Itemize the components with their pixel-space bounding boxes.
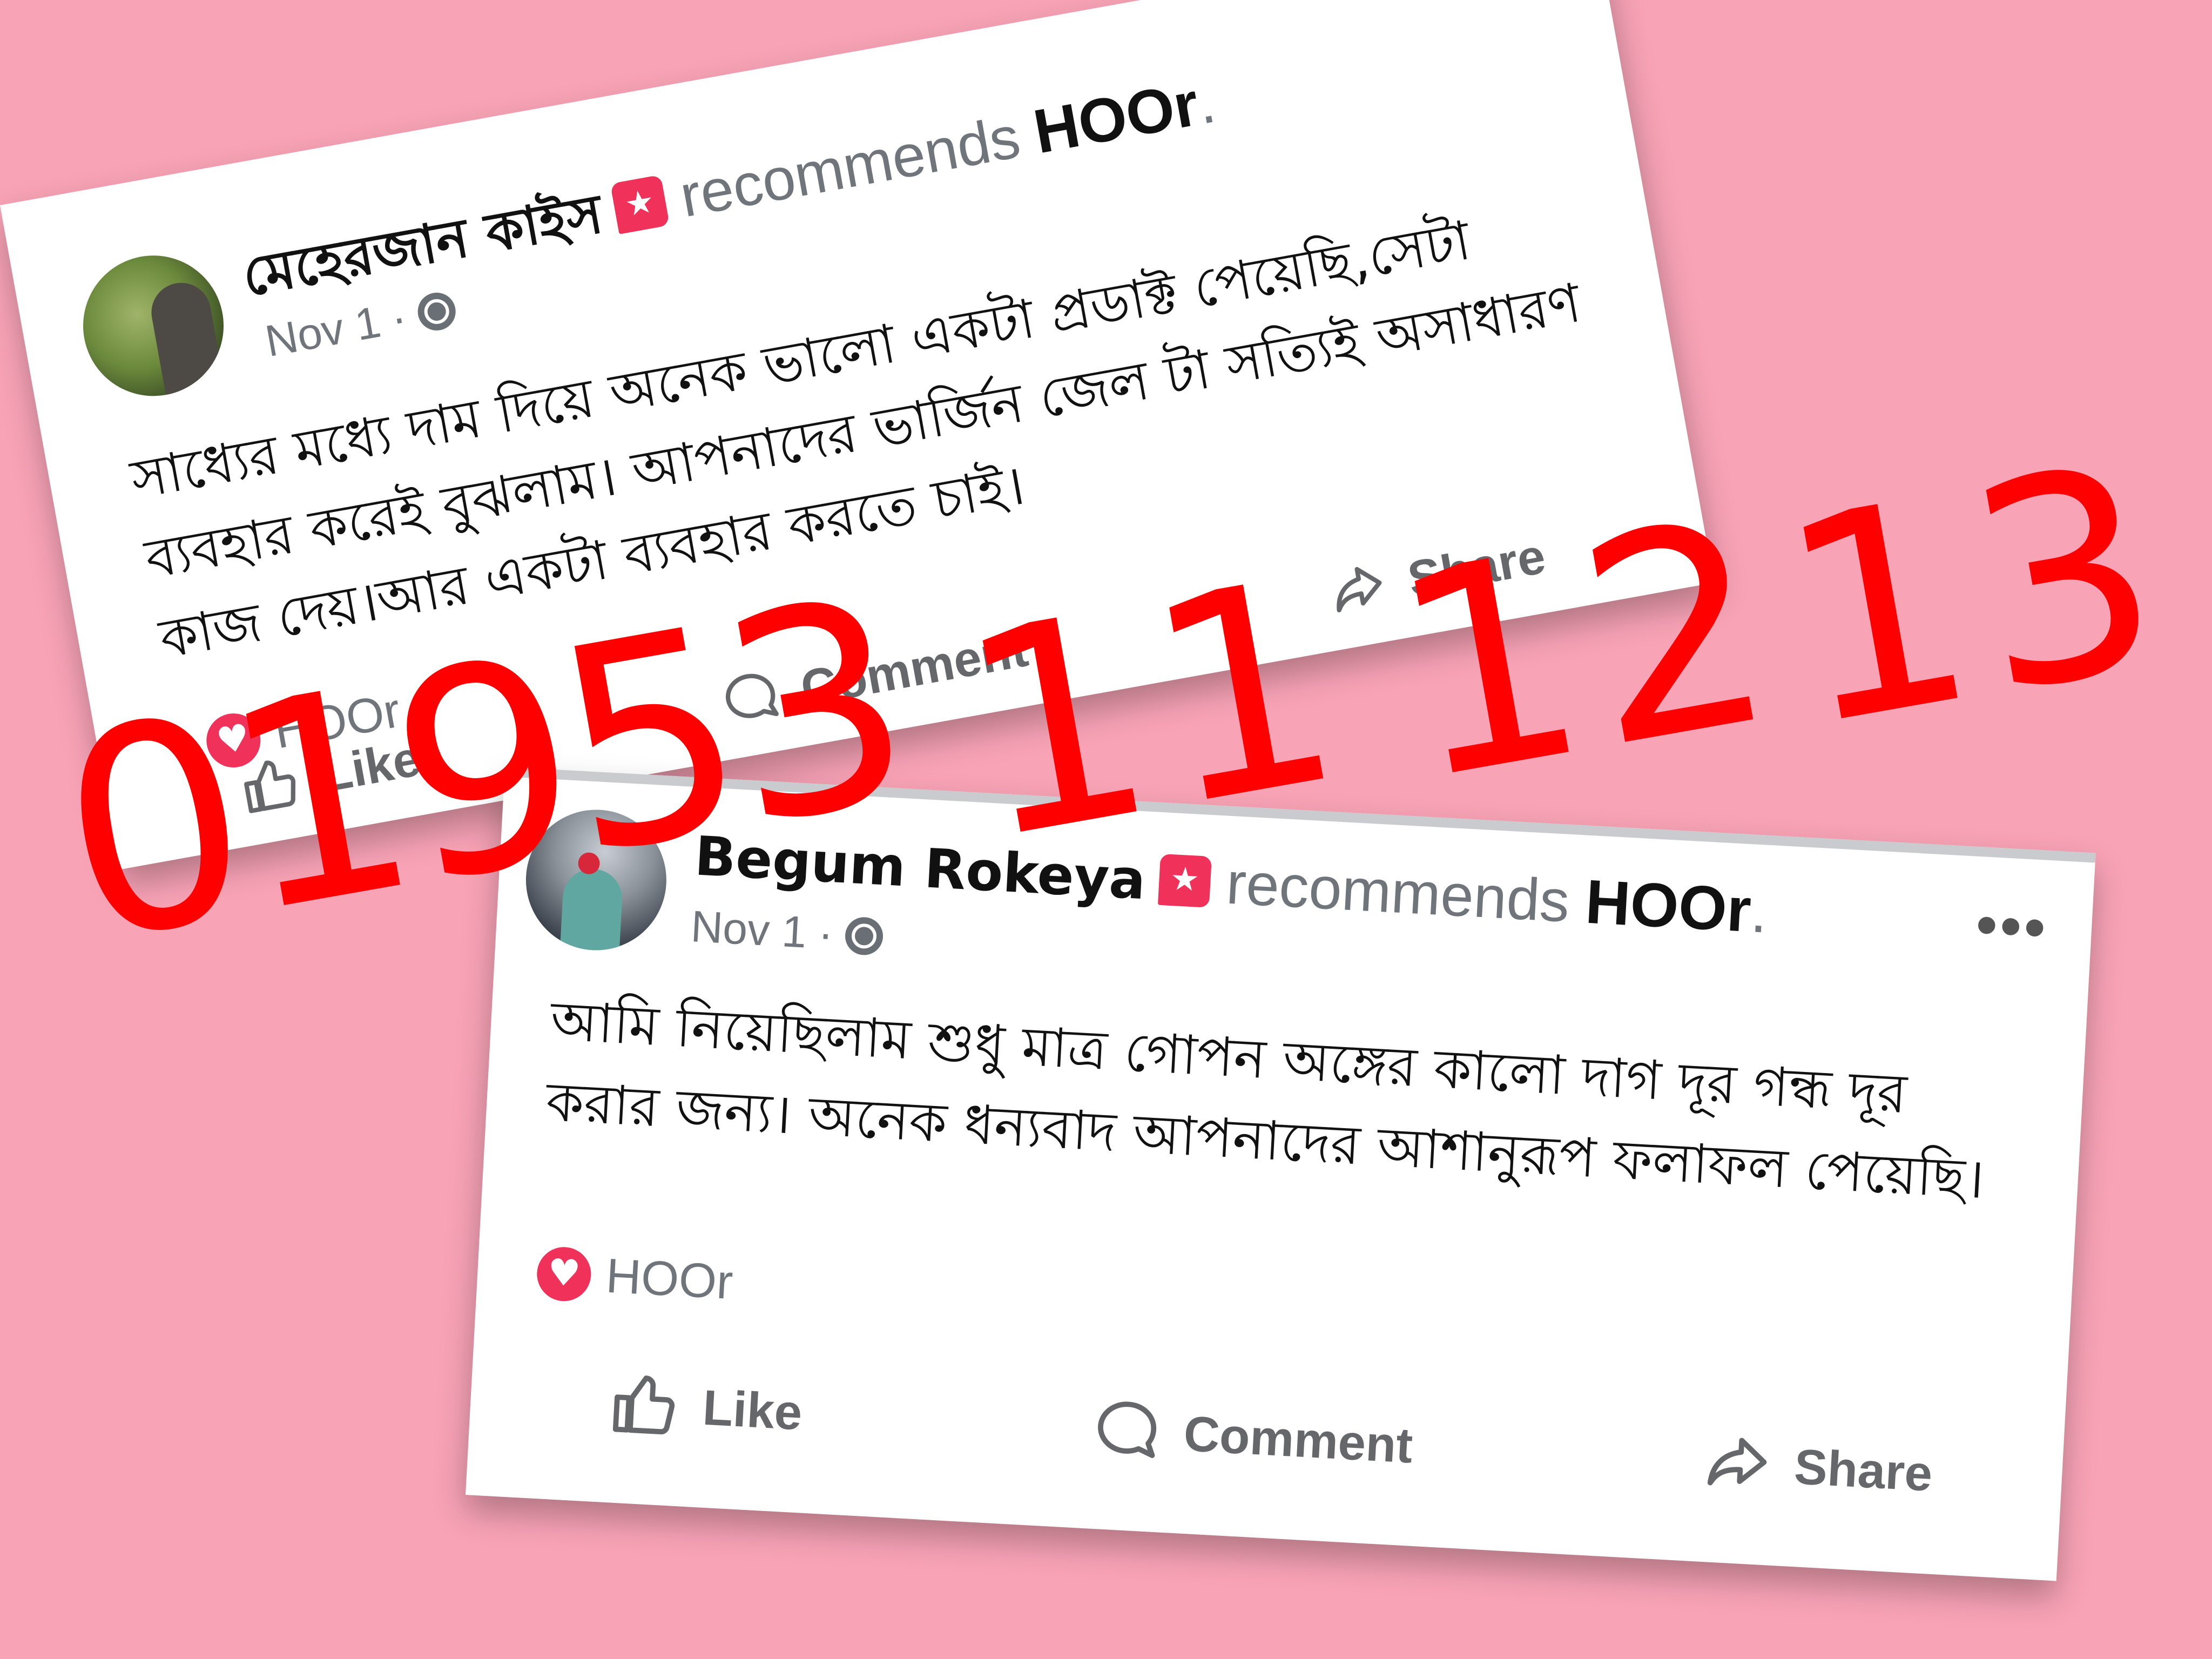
more-options-button[interactable]: ••• bbox=[1483, 0, 1566, 17]
heart-reaction-icon bbox=[535, 1245, 593, 1303]
comment-button[interactable]: Comment bbox=[1090, 1394, 1414, 1481]
author-avatar[interactable] bbox=[72, 244, 235, 408]
share-arrow-icon bbox=[1708, 1438, 1767, 1486]
globe-icon[interactable] bbox=[414, 289, 458, 334]
share-label: Share bbox=[1792, 1439, 1934, 1502]
phone-part-2: 11 bbox=[941, 515, 1371, 903]
phone-part-3: 12 bbox=[1373, 455, 1803, 844]
reaction-name: HOOr bbox=[604, 1249, 734, 1310]
like-button[interactable]: Like bbox=[609, 1367, 804, 1448]
post-meta: Nov 1 · bbox=[690, 901, 884, 962]
globe-icon[interactable] bbox=[844, 916, 884, 956]
recommends-label: recommends bbox=[675, 103, 1025, 230]
page-name-suffix: . bbox=[1749, 878, 1770, 946]
comment-label: Comment bbox=[1182, 1406, 1414, 1474]
stage: মেহেরজান কাইস recommends HOOr . Nov 1 · … bbox=[0, 0, 2212, 1659]
post-date[interactable]: Nov 1 bbox=[690, 901, 808, 958]
page-name-link[interactable]: HOOr bbox=[1028, 68, 1204, 167]
recommends-label: recommends bbox=[1224, 849, 1572, 935]
share-button[interactable]: Share bbox=[1701, 1427, 1934, 1509]
avatar-figure bbox=[146, 278, 225, 395]
recommendation-icon bbox=[610, 174, 670, 234]
date-separator: · bbox=[817, 908, 835, 959]
date-separator: · bbox=[387, 292, 411, 344]
post-body: আমি নিয়েছিলাম শুধু মাত্র গোপন অঙ্গের কা… bbox=[544, 989, 1986, 1211]
reaction-summary[interactable]: HOOr bbox=[535, 1245, 734, 1311]
comment-bubble-icon bbox=[1098, 1401, 1157, 1458]
phone-part-4: 13 bbox=[1762, 401, 2192, 790]
thumbs-up-icon bbox=[612, 1375, 675, 1435]
action-bar: Like Comment Share bbox=[609, 1367, 1934, 1509]
like-label: Like bbox=[701, 1380, 804, 1440]
page-name-link[interactable]: HOOr bbox=[1583, 866, 1753, 946]
more-options-button[interactable]: ••• bbox=[1974, 890, 2050, 962]
